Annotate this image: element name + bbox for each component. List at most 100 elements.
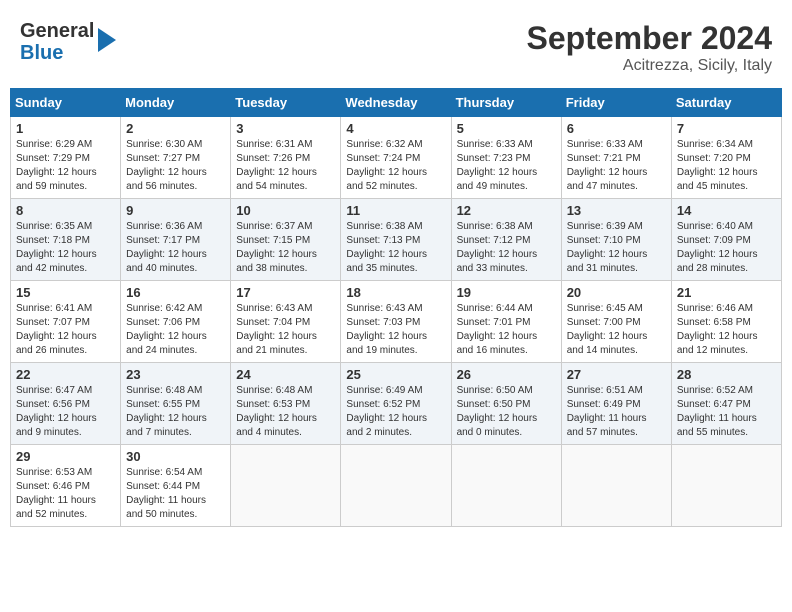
table-row: 22 Sunrise: 6:47 AMSunset: 6:56 PMDayligh…: [11, 363, 121, 445]
day-number: 13: [567, 203, 666, 218]
day-number: 17: [236, 285, 335, 300]
day-number: 12: [457, 203, 556, 218]
logo-general: General: [20, 20, 94, 42]
day-info: Sunrise: 6:39 AMSunset: 7:10 PMDaylight:…: [567, 220, 666, 276]
day-number: 19: [457, 285, 556, 300]
table-row: 7 Sunrise: 6:34 AMSunset: 7:20 PMDaylight…: [671, 117, 781, 199]
calendar-row: 29 Sunrise: 6:53 AMSunset: 6:46 PMDayligh…: [11, 445, 782, 527]
logo: General Blue: [20, 20, 116, 64]
day-info: Sunrise: 6:50 AMSunset: 6:50 PMDaylight:…: [457, 384, 556, 440]
day-number: 4: [346, 121, 445, 136]
day-number: 5: [457, 121, 556, 136]
day-number: 15: [16, 285, 115, 300]
day-info: Sunrise: 6:33 AMSunset: 7:21 PMDaylight:…: [567, 138, 666, 194]
table-row: 26 Sunrise: 6:50 AMSunset: 6:50 PMDayligh…: [451, 363, 561, 445]
logo-arrow-icon: [98, 28, 116, 52]
calendar-row: 8 Sunrise: 6:35 AMSunset: 7:18 PMDaylight…: [11, 199, 782, 281]
table-row: 13 Sunrise: 6:39 AMSunset: 7:10 PMDayligh…: [561, 199, 671, 281]
day-info: Sunrise: 6:37 AMSunset: 7:15 PMDaylight:…: [236, 220, 335, 276]
day-number: 8: [16, 203, 115, 218]
table-row: 27Sunrise: 6:51 AMSunset: 6:49 PMDayligh…: [561, 363, 671, 445]
day-info: Sunrise: 6:48 AMSunset: 6:53 PMDaylight:…: [236, 384, 335, 440]
title-area: September 2024 Acitrezza, Sicily, Italy: [527, 20, 772, 75]
table-row: 11 Sunrise: 6:38 AMSunset: 7:13 PMDayligh…: [341, 199, 451, 281]
table-row: 5 Sunrise: 6:33 AMSunset: 7:23 PMDaylight…: [451, 117, 561, 199]
day-info: Sunrise: 6:44 AMSunset: 7:01 PMDaylight:…: [457, 302, 556, 358]
day-number: 7: [677, 121, 776, 136]
table-row: 2Sunrise: 6:30 AMSunset: 7:27 PMDaylight…: [121, 117, 231, 199]
table-row: 1Sunrise: 6:29 AMSunset: 7:29 PMDaylight…: [11, 117, 121, 199]
day-info: Sunrise: 6:38 AMSunset: 7:13 PMDaylight:…: [346, 220, 445, 276]
day-info: Sunrise: 6:40 AMSunset: 7:09 PMDaylight:…: [677, 220, 776, 276]
table-row: 20 Sunrise: 6:45 AMSunset: 7:00 PMDayligh…: [561, 281, 671, 363]
calendar-table: Sunday Monday Tuesday Wednesday Thursday…: [10, 88, 782, 527]
day-info: Sunrise: 6:51 AMSunset: 6:49 PMDaylight:…: [567, 384, 666, 440]
table-row: 28Sunrise: 6:52 AMSunset: 6:47 PMDayligh…: [671, 363, 781, 445]
day-info: Sunrise: 6:35 AMSunset: 7:18 PMDaylight:…: [16, 220, 115, 276]
calendar-row: 22 Sunrise: 6:47 AMSunset: 6:56 PMDayligh…: [11, 363, 782, 445]
table-row: 4 Sunrise: 6:32 AMSunset: 7:24 PMDaylight…: [341, 117, 451, 199]
day-info: Sunrise: 6:52 AMSunset: 6:47 PMDaylight:…: [677, 384, 776, 440]
calendar-row: 1Sunrise: 6:29 AMSunset: 7:29 PMDaylight…: [11, 117, 782, 199]
table-row: 29 Sunrise: 6:53 AMSunset: 6:46 PMDayligh…: [11, 445, 121, 527]
day-info: Sunrise: 6:33 AMSunset: 7:23 PMDaylight:…: [457, 138, 556, 194]
table-row: [451, 445, 561, 527]
day-info: Sunrise: 6:45 AMSunset: 7:00 PMDaylight:…: [567, 302, 666, 358]
col-saturday: Saturday: [671, 89, 781, 117]
day-number: 20: [567, 285, 666, 300]
table-row: 24 Sunrise: 6:48 AMSunset: 6:53 PMDayligh…: [231, 363, 341, 445]
table-row: 25Sunrise: 6:49 AMSunset: 6:52 PMDayligh…: [341, 363, 451, 445]
day-number: 23: [126, 367, 225, 382]
day-number: 26: [457, 367, 556, 382]
day-number: 22: [16, 367, 115, 382]
day-info: Sunrise: 6:30 AMSunset: 7:27 PMDaylight:…: [126, 138, 225, 194]
day-number: 3: [236, 121, 335, 136]
table-row: [671, 445, 781, 527]
table-row: 19 Sunrise: 6:44 AMSunset: 7:01 PMDayligh…: [451, 281, 561, 363]
table-row: 10 Sunrise: 6:37 AMSunset: 7:15 PMDayligh…: [231, 199, 341, 281]
calendar-header-row: Sunday Monday Tuesday Wednesday Thursday…: [11, 89, 782, 117]
calendar-row: 15 Sunrise: 6:41 AMSunset: 7:07 PMDayligh…: [11, 281, 782, 363]
day-info: Sunrise: 6:31 AMSunset: 7:26 PMDaylight:…: [236, 138, 335, 194]
day-info: Sunrise: 6:36 AMSunset: 7:17 PMDaylight:…: [126, 220, 225, 276]
day-number: 16: [126, 285, 225, 300]
month-title: September 2024: [527, 20, 772, 57]
col-friday: Friday: [561, 89, 671, 117]
day-info: Sunrise: 6:48 AMSunset: 6:55 PMDaylight:…: [126, 384, 225, 440]
day-number: 10: [236, 203, 335, 218]
day-number: 11: [346, 203, 445, 218]
table-row: 21Sunrise: 6:46 AMSunset: 6:58 PMDayligh…: [671, 281, 781, 363]
day-info: Sunrise: 6:38 AMSunset: 7:12 PMDaylight:…: [457, 220, 556, 276]
table-row: 17 Sunrise: 6:43 AMSunset: 7:04 PMDayligh…: [231, 281, 341, 363]
day-info: Sunrise: 6:43 AMSunset: 7:04 PMDaylight:…: [236, 302, 335, 358]
table-row: 9 Sunrise: 6:36 AMSunset: 7:17 PMDaylight…: [121, 199, 231, 281]
day-number: 21: [677, 285, 776, 300]
table-row: 12 Sunrise: 6:38 AMSunset: 7:12 PMDayligh…: [451, 199, 561, 281]
day-number: 18: [346, 285, 445, 300]
day-info: Sunrise: 6:29 AMSunset: 7:29 PMDaylight:…: [16, 138, 115, 194]
day-info: Sunrise: 6:53 AMSunset: 6:46 PMDaylight:…: [16, 466, 115, 522]
table-row: [231, 445, 341, 527]
table-row: 16Sunrise: 6:42 AMSunset: 7:06 PMDayligh…: [121, 281, 231, 363]
day-info: Sunrise: 6:49 AMSunset: 6:52 PMDaylight:…: [346, 384, 445, 440]
day-number: 24: [236, 367, 335, 382]
col-thursday: Thursday: [451, 89, 561, 117]
col-sunday: Sunday: [11, 89, 121, 117]
day-info: Sunrise: 6:41 AMSunset: 7:07 PMDaylight:…: [16, 302, 115, 358]
day-info: Sunrise: 6:32 AMSunset: 7:24 PMDaylight:…: [346, 138, 445, 194]
day-info: Sunrise: 6:54 AMSunset: 6:44 PMDaylight:…: [126, 466, 225, 522]
table-row: 18Sunrise: 6:43 AMSunset: 7:03 PMDayligh…: [341, 281, 451, 363]
day-number: 29: [16, 449, 115, 464]
col-monday: Monday: [121, 89, 231, 117]
day-number: 9: [126, 203, 225, 218]
day-number: 6: [567, 121, 666, 136]
day-number: 30: [126, 449, 225, 464]
logo-text: General Blue: [20, 20, 94, 64]
day-info: Sunrise: 6:47 AMSunset: 6:56 PMDaylight:…: [16, 384, 115, 440]
day-info: Sunrise: 6:34 AMSunset: 7:20 PMDaylight:…: [677, 138, 776, 194]
page-header: General Blue September 2024 Acitrezza, S…: [10, 10, 782, 80]
logo-blue: Blue: [20, 42, 63, 64]
table-row: 30 Sunrise: 6:54 AMSunset: 6:44 PMDayligh…: [121, 445, 231, 527]
col-wednesday: Wednesday: [341, 89, 451, 117]
table-row: 15 Sunrise: 6:41 AMSunset: 7:07 PMDayligh…: [11, 281, 121, 363]
